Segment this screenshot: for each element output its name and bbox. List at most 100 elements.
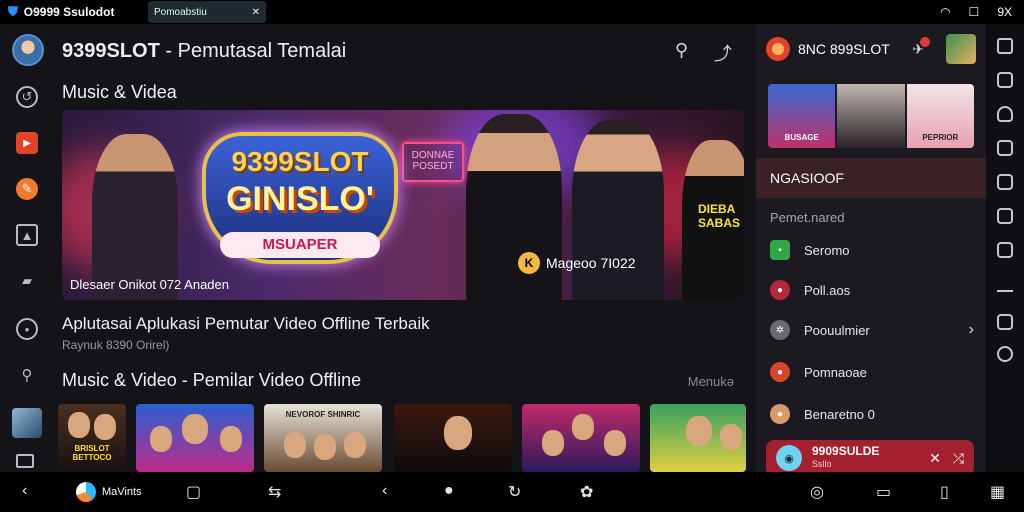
panel-item[interactable]: ● Benaretno 0 bbox=[770, 400, 974, 428]
thumb-face bbox=[542, 430, 564, 456]
panel-item-label: Poll.aos bbox=[804, 282, 851, 298]
nav-active-app[interactable]: MaVints bbox=[76, 482, 142, 502]
tablet-icon[interactable]: ▯ bbox=[940, 482, 949, 502]
wifi-icon: ◠ bbox=[940, 5, 951, 19]
article-headline[interactable]: Aplutasai Aplukasi Pemutar Video Offline… bbox=[62, 314, 430, 334]
panel-thumb[interactable]: BUSAGE bbox=[768, 84, 836, 148]
chat-icon[interactable]: ✎ bbox=[16, 178, 38, 200]
window-icon[interactable]: ▭ bbox=[876, 482, 891, 502]
shuffle-icon[interactable]: ⤮ bbox=[953, 450, 964, 467]
bookmark-icon[interactable] bbox=[997, 72, 1013, 88]
swap-icon[interactable]: ⇆ bbox=[268, 482, 281, 502]
logo-top: 9399SLOT bbox=[231, 146, 369, 177]
panel-item-label: Benaretno 0 bbox=[804, 406, 875, 422]
card-sublabel: Ssllo bbox=[812, 459, 832, 469]
now-playing-card[interactable]: ◉ 9909SULDE Ssllo ✕ ⤮ bbox=[766, 440, 974, 476]
tag-badge-icon: K bbox=[518, 252, 540, 274]
panel-item[interactable]: ● Poll.aos bbox=[770, 276, 974, 304]
card-actions: ✕ ⤮ bbox=[929, 450, 964, 467]
panel-thumb-caption: BUSAGE bbox=[784, 133, 819, 142]
square-icon[interactable]: ▢ bbox=[186, 482, 201, 502]
image-icon[interactable]: ▲ bbox=[16, 224, 38, 246]
heart-icon[interactable] bbox=[997, 106, 1013, 122]
section-heading-2: Music & Video - Pemilar Video Offline bbox=[62, 370, 362, 390]
chevron-left-icon[interactable]: ‹ bbox=[382, 482, 387, 500]
thumb-face bbox=[94, 414, 116, 440]
video-thumbnail[interactable] bbox=[522, 404, 640, 472]
video-thumbnail[interactable]: BRISLOT BETTOCO bbox=[58, 404, 126, 472]
settings-icon[interactable]: • bbox=[16, 318, 38, 340]
close-icon[interactable]: ✕ bbox=[929, 450, 941, 467]
tab-close-icon[interactable]: ✕ bbox=[252, 7, 260, 18]
panel-title: 8NC 899SLOT bbox=[798, 41, 890, 57]
more-link[interactable]: Menukə bbox=[688, 374, 734, 389]
thumb-face bbox=[182, 414, 208, 444]
grid-icon[interactable] bbox=[997, 38, 1013, 54]
browser-tab[interactable]: Pomoabstiu ✕ bbox=[148, 1, 266, 23]
flame-icon: ● bbox=[770, 362, 790, 382]
settings-icon[interactable]: ✿ bbox=[580, 482, 593, 502]
video-thumbnail[interactable] bbox=[394, 404, 512, 472]
app-logo-icon bbox=[766, 37, 790, 61]
crop-icon[interactable] bbox=[997, 174, 1013, 190]
message-icon[interactable] bbox=[997, 140, 1013, 156]
tag-icon[interactable] bbox=[997, 314, 1013, 330]
app-window: ⛊ O9999 Ssulodot Pomoabstiu ✕ ◠ ☐ 9X ↺ ▶… bbox=[0, 0, 1024, 512]
minus-icon[interactable] bbox=[997, 276, 1013, 292]
history-icon[interactable]: ↺ bbox=[16, 86, 38, 108]
panel-item[interactable]: ✲ Poouulmier › bbox=[770, 316, 974, 344]
section-heading: Music & Videa bbox=[62, 82, 177, 102]
neon-sign: DONNAE POSEDT bbox=[402, 142, 464, 182]
video-icon[interactable]: ▶ bbox=[16, 132, 38, 154]
panel-active-item[interactable]: NGASIOOF bbox=[756, 158, 986, 198]
chevron-right-icon: › bbox=[968, 321, 974, 338]
panel-header: 8NC 899SLOT ✈ bbox=[756, 24, 986, 74]
app-icon bbox=[76, 482, 96, 502]
notification-icon[interactable]: ✈ bbox=[912, 36, 930, 58]
thumb-face bbox=[572, 414, 594, 440]
hero-banner[interactable]: DONNAE POSEDT DIEBA SABAS 9399SLOT GINIS… bbox=[62, 110, 744, 300]
edit-icon[interactable] bbox=[997, 346, 1013, 362]
panel-thumb[interactable]: PEPRIOR bbox=[906, 84, 974, 148]
search-icon[interactable]: ⚲ bbox=[16, 364, 38, 386]
gear-icon: ✲ bbox=[770, 320, 790, 340]
folder-icon[interactable]: ▰ bbox=[16, 270, 38, 292]
hero-caption: Dlesaer Onikot 072 Anaden bbox=[70, 277, 229, 292]
logo-main: GINISLO' bbox=[226, 180, 374, 218]
chat-icon: ▪ bbox=[770, 240, 790, 260]
avatar[interactable] bbox=[12, 34, 44, 66]
panel-thumbnails[interactable]: BUSAGE PEPRIOR bbox=[768, 84, 974, 148]
video-thumbnail[interactable]: NEVOROF SHINRIC bbox=[264, 404, 382, 472]
back-icon[interactable]: ‹ bbox=[22, 482, 27, 500]
panel-item[interactable]: ▪ Seromo bbox=[770, 236, 974, 264]
tag-label: Mageoo 7I022 bbox=[546, 255, 636, 271]
logo-ribbon: MSUAPER bbox=[220, 232, 380, 258]
hero-logo: 9399SLOT GINISLO' MSUAPER bbox=[202, 132, 398, 264]
top-icons: ⚲ ⤴ bbox=[675, 40, 732, 66]
user-icon: ● bbox=[770, 404, 790, 424]
panel-item-label: Pomnaoae bbox=[804, 364, 867, 380]
refresh-icon[interactable]: ↻ bbox=[508, 482, 521, 502]
window-icon[interactable]: ☐ bbox=[969, 5, 980, 19]
title-brand: 9399SLOT bbox=[62, 40, 160, 62]
layers-icon[interactable] bbox=[997, 208, 1013, 224]
camera-icon[interactable]: ◎ bbox=[810, 482, 824, 502]
title-rest: - Pemutasal Temalai bbox=[159, 40, 347, 62]
video-thumbnail[interactable] bbox=[136, 404, 254, 472]
search-icon[interactable]: ⚲ bbox=[675, 40, 688, 66]
share-icon[interactable]: ⤴ bbox=[714, 40, 732, 66]
close-window-button[interactable]: 9X bbox=[997, 5, 1012, 19]
panel-item-label: Seromo bbox=[804, 242, 850, 258]
home-icon[interactable]: ● bbox=[444, 482, 454, 500]
video-thumbnail[interactable] bbox=[650, 404, 746, 472]
guitarist-figure bbox=[92, 134, 178, 300]
panel-item[interactable]: ● Pomnaoae bbox=[770, 358, 974, 386]
screen-icon[interactable] bbox=[16, 454, 34, 468]
page-title: 9399SLOT - Pemutasal Temalai bbox=[62, 40, 346, 63]
panel-thumb[interactable] bbox=[837, 84, 905, 148]
thumb-face bbox=[314, 434, 336, 460]
user-avatar[interactable] bbox=[946, 34, 976, 64]
profile-thumb[interactable] bbox=[12, 408, 42, 438]
copy-icon[interactable] bbox=[997, 242, 1013, 258]
chart-icon[interactable]: ▦ bbox=[990, 482, 1005, 502]
